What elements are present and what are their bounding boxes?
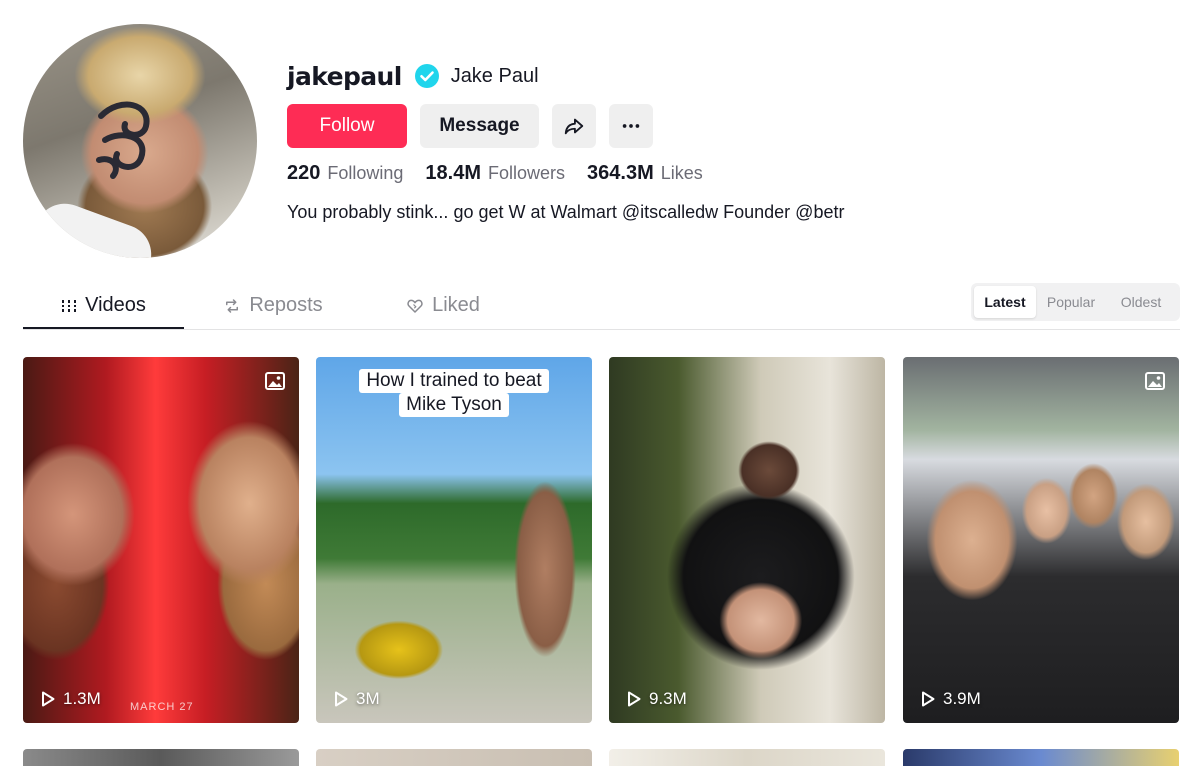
profile-stats: 220 Following 18.4M Followers 364.3M Lik… — [287, 162, 725, 185]
play-icon — [42, 691, 55, 707]
view-count: 3.9M — [921, 689, 981, 709]
followers-count: 18.4M — [425, 162, 482, 184]
following-count: 220 — [287, 162, 321, 184]
sort-switch: Latest Popular Oldest — [971, 283, 1180, 321]
view-count-value: 1.3M — [63, 689, 101, 708]
video-card-2[interactable]: How I trained to beat Mike Tyson 3M — [316, 357, 592, 723]
following-label: Following — [327, 163, 404, 183]
following-stat[interactable]: 220 Following — [287, 162, 403, 185]
view-count: 3M — [334, 689, 380, 709]
play-icon — [628, 691, 641, 707]
video-card-5[interactable] — [23, 749, 299, 766]
verified-badge-icon — [414, 64, 439, 88]
avatar-shirt — [26, 195, 160, 258]
followers-stat[interactable]: 18.4M Followers — [425, 162, 565, 185]
video-card-7[interactable] — [609, 749, 885, 766]
tab-liked[interactable]: Liked — [373, 282, 513, 329]
display-name: Jake Paul — [450, 64, 539, 87]
tab-liked-label: Liked — [432, 294, 480, 316]
grid-icon — [61, 299, 78, 312]
heart-icon — [407, 299, 423, 313]
photo-post-icon — [1145, 372, 1165, 390]
name-row: jakepaul Jake Paul — [287, 56, 539, 96]
view-count: 9.3M — [627, 689, 687, 709]
play-icon — [922, 691, 935, 707]
sort-latest[interactable]: Latest — [974, 286, 1036, 318]
video-caption-line-1: How I trained to beat — [359, 369, 549, 393]
profile-info: jakepaul Jake Paul — [287, 56, 539, 96]
tab-videos[interactable]: Videos — [23, 282, 184, 329]
view-count-value: 9.3M — [649, 689, 687, 708]
share-button[interactable] — [552, 104, 596, 148]
share-icon — [564, 118, 584, 135]
video-card-3[interactable]: 9.3M — [609, 357, 885, 723]
video-card-1[interactable]: MARCH 27 1.3M — [23, 357, 299, 723]
profile-actions: Follow Message — [287, 104, 653, 148]
play-icon — [335, 691, 348, 707]
tab-reposts[interactable]: Reposts — [203, 282, 343, 329]
likes-count: 364.3M — [587, 162, 654, 184]
more-options-button[interactable] — [609, 104, 653, 148]
video-watermark: MARCH 27 — [130, 701, 194, 713]
video-card-8[interactable] — [903, 749, 1179, 766]
more-icon — [622, 124, 640, 128]
likes-label: Likes — [660, 163, 703, 183]
sort-popular[interactable]: Popular — [1036, 286, 1106, 318]
video-card-6[interactable] — [316, 749, 592, 766]
view-count-value: 3M — [356, 689, 380, 708]
follow-button[interactable]: Follow — [287, 104, 407, 148]
photo-post-icon — [265, 372, 285, 390]
message-button[interactable]: Message — [420, 104, 539, 148]
profile-bio: You probably stink... go get W at Walmar… — [287, 202, 845, 222]
likes-stat: 364.3M Likes — [587, 162, 703, 185]
face-tattoo — [96, 101, 150, 179]
view-count: 1.3M — [41, 689, 101, 709]
profile-avatar — [23, 24, 257, 258]
active-tab-indicator — [23, 327, 184, 329]
sort-oldest[interactable]: Oldest — [1106, 286, 1176, 318]
username: jakepaul — [287, 61, 402, 91]
video-caption: How I trained to beat Mike Tyson — [316, 369, 592, 417]
tab-videos-label: Videos — [85, 294, 146, 316]
video-card-4[interactable]: 3.9M — [903, 357, 1179, 723]
view-count-value: 3.9M — [943, 689, 981, 708]
repost-icon — [226, 298, 239, 313]
tab-reposts-label: Reposts — [249, 294, 323, 316]
video-caption-line-2: Mike Tyson — [399, 393, 509, 417]
followers-label: Followers — [488, 163, 566, 183]
